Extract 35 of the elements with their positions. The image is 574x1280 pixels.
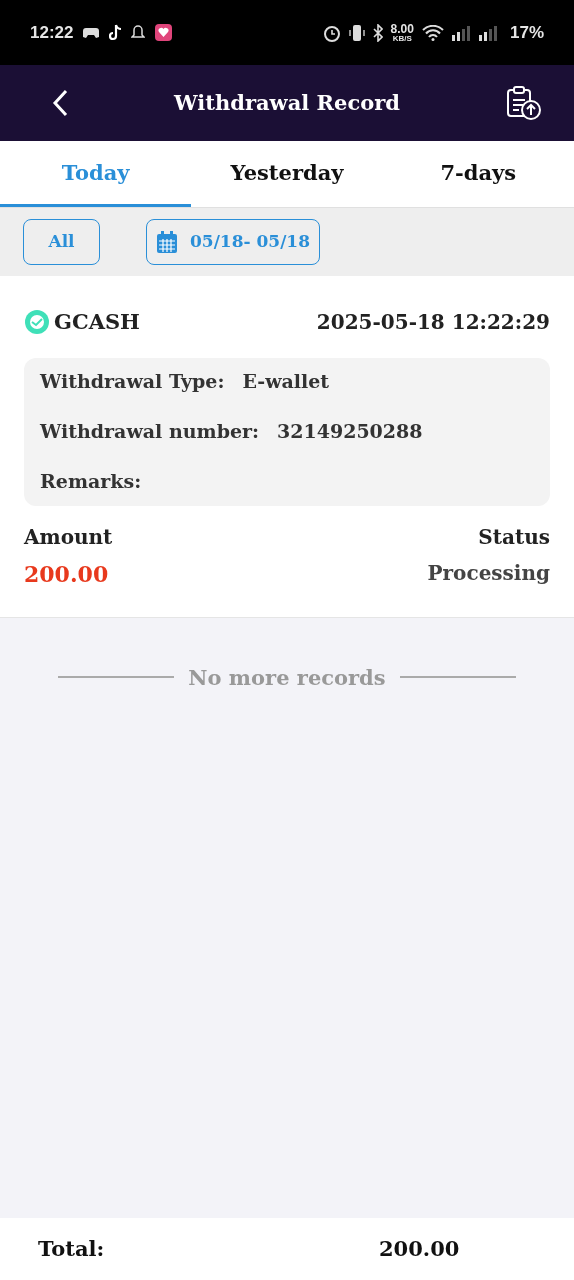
wifi-icon xyxy=(421,24,444,41)
back-icon[interactable] xyxy=(52,89,68,117)
tab[interactable]: Yesterday xyxy=(191,141,383,207)
status-time: 12:22 xyxy=(30,21,74,44)
detail-label: Withdrawal number: xyxy=(40,419,260,445)
bell-icon xyxy=(131,25,146,40)
total-amount: 200.00 xyxy=(379,1235,460,1264)
date-range-button[interactable]: 05/18- 05/18 xyxy=(146,219,321,265)
detail-label: Remarks: xyxy=(40,469,142,495)
clipboard-upload-icon[interactable] xyxy=(506,86,542,120)
page-title: Withdrawal Record xyxy=(174,89,400,118)
game-controller-icon xyxy=(83,25,100,40)
calendar-icon xyxy=(156,230,178,254)
record-datetime: 2025-05-18 12:22:29 xyxy=(316,308,550,336)
amount-value: 200.00 xyxy=(24,559,110,589)
end-of-list-text: No more records xyxy=(188,663,386,692)
detail-label: Withdrawal Type: xyxy=(40,369,225,395)
status-label: Status xyxy=(478,523,550,551)
all-filter-button[interactable]: All xyxy=(23,219,100,265)
network-speed: 8.00 xyxy=(390,22,414,35)
status-value: Processing xyxy=(427,559,550,587)
alarm-clock-icon xyxy=(322,23,341,42)
detail-value: 32149250288 xyxy=(277,419,423,445)
detail-value: E-wallet xyxy=(242,369,330,395)
music-note-icon xyxy=(109,24,122,41)
app-icon xyxy=(155,24,173,41)
network-speed-unit: KB/S xyxy=(392,34,412,43)
payment-method: GCASH xyxy=(54,308,140,336)
vibrate-icon xyxy=(348,23,365,42)
amount-label: Amount xyxy=(24,523,113,551)
wallet-logo-icon xyxy=(24,308,50,335)
battery-level: 17% xyxy=(509,21,544,44)
bluetooth-icon xyxy=(372,23,383,42)
tab[interactable]: 7-days xyxy=(382,141,574,207)
total-label: Total: xyxy=(38,1235,106,1264)
